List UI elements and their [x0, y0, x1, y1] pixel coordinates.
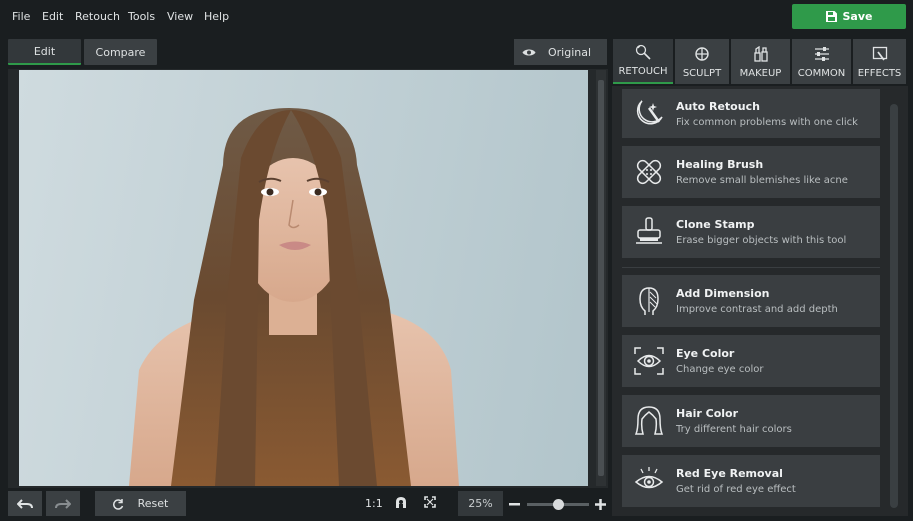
- reset-icon: [112, 498, 123, 510]
- floppy-disk-icon: [825, 11, 837, 22]
- zoom-in-icon[interactable]: [595, 499, 606, 510]
- auto-retouch-icon: [636, 99, 663, 124]
- tool-title: Clone Stamp: [676, 218, 755, 231]
- retouch-brush-icon: [635, 44, 651, 60]
- tool-title: Healing Brush: [676, 158, 764, 171]
- tool-eye-color[interactable]: Eye Color Change eye color: [622, 335, 880, 387]
- tab-sculpt-label: SCULPT: [682, 68, 722, 79]
- tab-common-label: COMMON: [797, 68, 846, 79]
- tool-red-eye-removal[interactable]: Red Eye Removal Get rid of red eye effect: [622, 455, 880, 507]
- redo-button[interactable]: [46, 491, 80, 516]
- red-eye-icon: [634, 467, 664, 489]
- tool-healing-brush[interactable]: Healing Brush Remove small blemishes like…: [622, 146, 880, 198]
- menu-file[interactable]: File: [12, 10, 30, 23]
- undo-button[interactable]: [8, 491, 42, 516]
- eye-focus-icon: [634, 347, 664, 375]
- crosshair-icon: [695, 47, 709, 61]
- tool-description: Remove small blemishes like acne: [676, 175, 848, 186]
- scrollbar-thumb[interactable]: [598, 80, 604, 476]
- hair-icon: [634, 406, 664, 435]
- tab-effects-label: EFFECTS: [857, 68, 902, 79]
- redo-icon: [55, 498, 71, 509]
- face-dimension-icon: [639, 287, 659, 315]
- tool-description: Improve contrast and add depth: [676, 304, 838, 315]
- menu-retouch[interactable]: Retouch: [75, 10, 120, 23]
- tool-title: Eye Color: [676, 347, 735, 360]
- tool-hair-color[interactable]: Hair Color Try different hair colors: [622, 395, 880, 447]
- eye-icon: [522, 49, 536, 55]
- tool-title: Add Dimension: [676, 287, 770, 300]
- reset-label: Reset: [137, 497, 169, 510]
- tab-compare[interactable]: Compare: [84, 39, 157, 65]
- tool-add-dimension[interactable]: Add Dimension Improve contrast and add de…: [622, 275, 880, 327]
- tool-description: Change eye color: [676, 364, 764, 375]
- tab-common[interactable]: COMMON: [792, 39, 851, 84]
- portrait-illustration: [129, 108, 459, 486]
- zoom-level[interactable]: 25%: [458, 491, 503, 516]
- tool-description: Erase bigger objects with this tool: [676, 235, 847, 246]
- save-button[interactable]: Save: [792, 4, 906, 29]
- tool-description: Fix common problems with one click: [676, 116, 858, 128]
- actual-size-button[interactable]: 1:1: [365, 497, 383, 510]
- zoom-slider-thumb[interactable]: [553, 499, 564, 510]
- menu-help[interactable]: Help: [204, 10, 229, 23]
- original-button[interactable]: Original: [514, 39, 607, 65]
- tool-description: Get rid of red eye effect: [676, 484, 796, 495]
- tools-divider: [622, 267, 880, 268]
- zoom-out-icon[interactable]: [509, 503, 520, 506]
- tools-scrollbar[interactable]: [890, 104, 898, 508]
- lipstick-icon: [753, 46, 768, 62]
- undo-icon: [17, 498, 33, 509]
- portrait-photo[interactable]: [19, 70, 588, 486]
- bandage-icon: [636, 159, 662, 185]
- original-label: Original: [548, 45, 592, 59]
- tab-retouch[interactable]: RETOUCH: [613, 39, 673, 84]
- tool-description: Try different hair colors: [676, 424, 792, 435]
- sliders-icon: [814, 47, 829, 61]
- tab-makeup-label: MAKEUP: [739, 68, 782, 79]
- tool-clone-stamp[interactable]: Clone Stamp Erase bigger objects with thi…: [622, 206, 880, 258]
- tab-retouch-label: RETOUCH: [618, 66, 668, 77]
- frame-wand-icon: [872, 46, 887, 61]
- tab-sculpt[interactable]: SCULPT: [675, 39, 729, 84]
- menu-bar: File Edit Retouch Tools View Help Save: [0, 0, 913, 33]
- tool-auto-retouch[interactable]: Auto Retouch Fix common problems with one…: [622, 89, 880, 138]
- stamp-icon: [636, 217, 662, 244]
- tool-title: Hair Color: [676, 407, 739, 420]
- tab-edit[interactable]: Edit: [8, 39, 81, 65]
- face-zoom-icon[interactable]: [395, 496, 407, 509]
- menu-view[interactable]: View: [167, 10, 193, 23]
- menu-edit[interactable]: Edit: [42, 10, 63, 23]
- tool-title: Red Eye Removal: [676, 467, 783, 480]
- reset-button[interactable]: Reset: [95, 491, 186, 516]
- tab-makeup[interactable]: MAKEUP: [731, 39, 790, 84]
- tool-title: Auto Retouch: [676, 99, 760, 113]
- tab-effects[interactable]: EFFECTS: [853, 39, 906, 84]
- menu-tools[interactable]: Tools: [128, 10, 155, 23]
- save-label: Save: [842, 10, 873, 23]
- canvas-vertical-scrollbar[interactable]: [596, 70, 606, 486]
- fit-screen-icon[interactable]: [424, 496, 436, 508]
